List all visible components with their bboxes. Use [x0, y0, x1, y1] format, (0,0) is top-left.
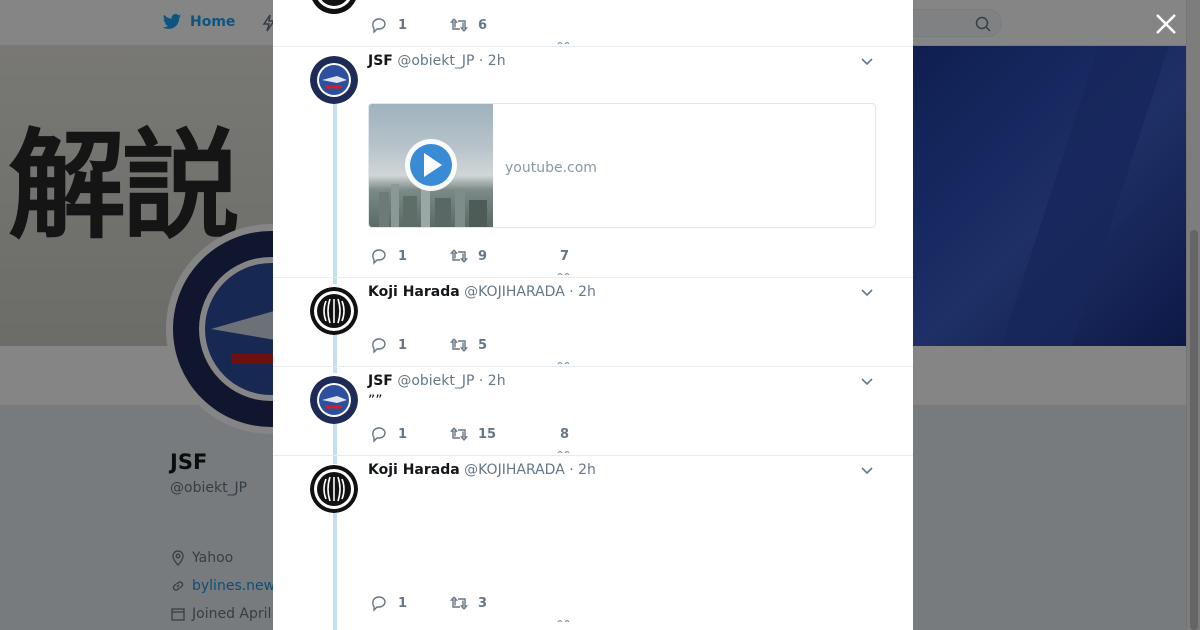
like-button[interactable]: 7 — [560, 249, 600, 264]
tweet-author-name[interactable]: JSF — [368, 373, 393, 389]
reply-icon — [372, 249, 386, 265]
like-icon[interactable] — [557, 41, 571, 44]
retweet-button[interactable]: 9 — [450, 247, 560, 265]
like-count: 7 — [560, 248, 570, 264]
like-icon[interactable] — [557, 619, 571, 622]
like-count: 8 — [560, 426, 570, 442]
tweet-divider — [273, 277, 913, 278]
tweet-author-handle[interactable]: @obiekt_JP — [397, 53, 474, 69]
link-card[interactable]: youtube.com — [368, 103, 876, 228]
retweet-count: 15 — [478, 426, 497, 442]
jsf-avatar-icon — [310, 56, 358, 104]
reply-count: 1 — [398, 426, 408, 442]
chevron-down-icon[interactable] — [859, 463, 875, 479]
tweet-header: JSF @obiekt_JP · 2h — [368, 53, 506, 69]
thread-line — [333, 424, 337, 464]
tweet-avatar-koji[interactable] — [310, 287, 358, 335]
tweet-divider — [273, 366, 913, 367]
tweet-author-name[interactable]: Koji Harada — [368, 284, 460, 300]
retweet-count: 3 — [478, 595, 488, 611]
tweet-author-handle[interactable]: @KOJIHARADA — [464, 284, 565, 300]
tweet-avatar-koji[interactable] — [310, 0, 358, 14]
like-icon[interactable] — [557, 361, 571, 364]
conversation-modal: 1 6 JSF @obiekt_JP · 2h youtube.com 1 9 … — [273, 0, 913, 630]
tweet-author-name[interactable]: Koji Harada — [368, 462, 460, 478]
tweet-timestamp[interactable]: · 2h — [569, 462, 596, 478]
retweet-count: 6 — [478, 17, 488, 33]
reply-count: 1 — [398, 595, 408, 611]
retweet-count: 5 — [478, 337, 488, 353]
tweet-text: ”” — [368, 393, 383, 409]
tweet-timestamp[interactable]: · 2h — [569, 284, 596, 300]
reply-icon — [372, 18, 386, 34]
reply-count: 1 — [398, 337, 408, 353]
retweet-icon — [450, 596, 468, 610]
reply-button[interactable]: 1 — [370, 594, 450, 612]
reply-count: 1 — [398, 248, 408, 264]
tweet-avatar-jsf[interactable] — [310, 376, 358, 424]
reply-icon — [372, 596, 386, 612]
tweet-author-handle[interactable]: @KOJIHARADA — [464, 462, 565, 478]
retweet-icon — [450, 249, 468, 263]
retweet-button[interactable]: 6 — [450, 16, 560, 34]
like-icon[interactable] — [557, 272, 571, 275]
reply-button[interactable]: 1 — [370, 247, 450, 265]
tweet-actions-top: 1 6 — [370, 16, 560, 34]
tweet-avatar-koji[interactable] — [310, 465, 358, 513]
chevron-down-icon[interactable] — [859, 374, 875, 390]
tweet-timestamp[interactable]: · 2h — [479, 53, 506, 69]
koji-avatar-icon — [310, 465, 358, 513]
card-domain: youtube.com — [505, 160, 597, 176]
chevron-down-icon[interactable] — [859, 285, 875, 301]
tweet-header: Koji Harada @KOJIHARADA · 2h — [368, 462, 596, 478]
chevron-down-icon[interactable] — [859, 54, 875, 70]
tweet-author-name[interactable]: JSF — [368, 53, 393, 69]
retweet-icon — [450, 338, 468, 352]
reply-button[interactable]: 1 — [370, 336, 450, 354]
reply-button[interactable]: 1 — [370, 425, 450, 443]
tweet-actions: 1 9 7 — [370, 247, 600, 265]
tweet-header: JSF @obiekt_JP · 2h — [368, 373, 506, 389]
reply-icon — [372, 427, 386, 443]
tweet-avatar-jsf[interactable] — [310, 56, 358, 104]
koji-avatar-icon — [310, 287, 358, 335]
tweet-actions: 1 5 — [370, 336, 560, 354]
close-icon[interactable] — [1154, 12, 1178, 36]
tweet-actions: 1 3 — [370, 594, 560, 612]
tweet-divider — [273, 455, 913, 456]
video-thumbnail[interactable] — [369, 104, 493, 227]
retweet-icon — [450, 18, 468, 32]
tweet-timestamp[interactable]: · 2h — [479, 373, 506, 389]
thread-line — [333, 104, 337, 284]
reply-button[interactable]: 1 — [370, 16, 450, 34]
tweet-divider — [273, 46, 913, 47]
thread-line — [333, 335, 337, 373]
tweet-header: Koji Harada @KOJIHARADA · 2h — [368, 284, 596, 300]
retweet-button[interactable]: 3 — [450, 594, 560, 612]
city-skyline-thumbnail — [379, 139, 487, 227]
retweet-button[interactable]: 5 — [450, 336, 560, 354]
retweet-count: 9 — [478, 248, 488, 264]
reply-count: 1 — [398, 17, 408, 33]
like-icon[interactable] — [557, 450, 571, 453]
like-button[interactable]: 8 — [560, 427, 600, 442]
jsf-avatar-icon — [310, 376, 358, 424]
tweet-author-handle[interactable]: @obiekt_JP — [397, 373, 474, 389]
reply-icon — [372, 338, 386, 354]
thread-line — [333, 513, 337, 630]
retweet-icon — [450, 427, 468, 441]
koji-avatar-icon — [312, 0, 356, 14]
tweet-actions: 1 15 8 — [370, 425, 600, 443]
retweet-button[interactable]: 15 — [450, 425, 560, 443]
